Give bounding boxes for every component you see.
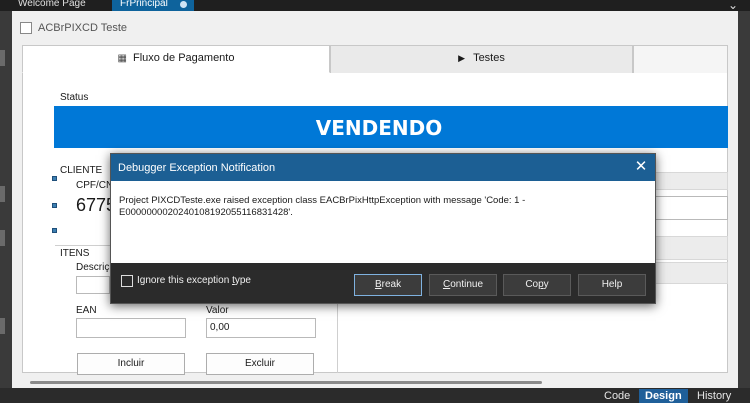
form-title: ACBrPIXCD Teste — [38, 22, 128, 34]
descricao-field[interactable] — [76, 276, 110, 294]
break-accel: B — [374, 279, 382, 290]
selection-handle[interactable] — [52, 176, 57, 181]
right-side-panel — [738, 11, 750, 388]
right-panel-row — [652, 172, 728, 190]
left-panel-marker — [0, 50, 5, 66]
dialog-title: Debugger Exception Notification — [118, 162, 276, 174]
dialog-title-bar: Debugger Exception Notification ✕ — [111, 154, 655, 181]
scrollbar-thumb[interactable] — [30, 381, 542, 384]
qr-code-icon: ▦ — [117, 53, 127, 64]
ean-label: EAN — [76, 305, 97, 316]
continue-label: ontinue — [450, 279, 484, 290]
tab-more[interactable] — [633, 45, 728, 73]
debugger-exception-dialog: Debugger Exception Notification ✕ Projec… — [110, 153, 656, 304]
excluir-button[interactable]: Excluir — [206, 353, 314, 375]
cpf-field[interactable]: 6775 — [76, 195, 114, 216]
dialog-body: Project PIXCDTeste.exe raised exception … — [111, 181, 655, 263]
ide-bottom-bar — [0, 388, 750, 403]
right-panel-row — [652, 236, 728, 260]
tab-testes-label: Testes — [473, 52, 505, 64]
tab-design[interactable]: Design — [639, 389, 688, 403]
right-panel-input[interactable] — [644, 196, 728, 220]
play-icon: ▶ — [458, 53, 466, 63]
copy-button[interactable]: Copy — [503, 274, 571, 296]
tab-testes[interactable]: ▶ Testes — [330, 45, 633, 73]
ignore-exception-label[interactable]: Ignore this exception type — [137, 275, 251, 286]
ignore-label-part: ype — [234, 275, 251, 286]
exception-message: Project PIXCDTeste.exe raised exception … — [119, 195, 526, 218]
right-panel-row — [648, 262, 728, 284]
tab-frprincipal-label: FrPrincipal — [120, 0, 168, 9]
continue-button[interactable]: Continue — [429, 274, 497, 296]
ean-field[interactable] — [76, 318, 186, 338]
form-icon — [20, 22, 32, 34]
selection-handle[interactable] — [52, 203, 57, 208]
ignore-exception-checkbox[interactable] — [121, 275, 133, 287]
status-banner: VENDENDO — [54, 106, 728, 148]
left-panel-marker — [0, 186, 5, 202]
help-button[interactable]: Help — [578, 274, 646, 296]
status-value: VENDENDO — [315, 116, 443, 140]
valor-label: Valor — [206, 305, 229, 316]
copy-label: y — [543, 279, 549, 290]
incluir-button[interactable]: Incluir — [77, 353, 185, 375]
cliente-label: CLIENTE — [60, 165, 103, 176]
descricao-label: Descriç — [76, 262, 110, 273]
break-label: reak — [381, 279, 402, 290]
copy-label: Co — [525, 279, 539, 290]
page-control-tabs: ▦ Fluxo de Pagamento ▶ Testes — [22, 45, 728, 73]
tab-history[interactable]: History — [691, 389, 737, 403]
tab-code[interactable]: Code — [598, 389, 636, 403]
selection-handle[interactable] — [52, 228, 57, 233]
left-panel-marker — [0, 230, 5, 246]
status-label: Status — [60, 92, 89, 103]
tab-fluxo-de-pagamento[interactable]: ▦ Fluxo de Pagamento — [22, 45, 330, 73]
modified-dot-icon — [180, 1, 187, 8]
itens-label: ITENS — [60, 248, 90, 259]
break-button[interactable]: Break — [354, 274, 422, 296]
left-panel-marker — [0, 318, 5, 334]
tab-welcome-label: Welcome Page — [18, 0, 86, 9]
valor-field[interactable]: 0,00 — [206, 318, 316, 338]
close-icon[interactable]: ✕ — [629, 156, 653, 178]
tab-fluxo-label: Fluxo de Pagamento — [132, 52, 235, 64]
ignore-label-part: Ignore this exception — [137, 275, 233, 286]
